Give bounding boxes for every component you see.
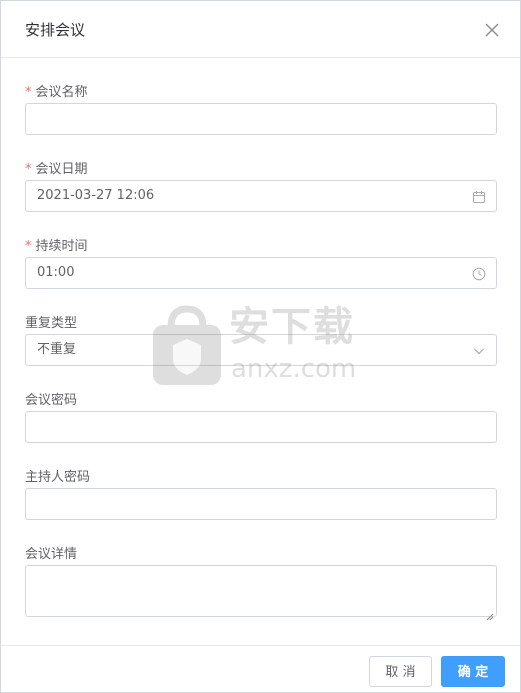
required-mark: * xyxy=(25,239,32,254)
dialog-header: 安排会议 xyxy=(1,1,520,58)
meeting-date-value: 2021-03-27 12:06 xyxy=(37,188,155,203)
schedule-meeting-dialog: 安排会议 * 会议名称 * 会议日期 2021-03-27 12:06 * 持续… xyxy=(0,0,521,693)
meeting-password-input[interactable] xyxy=(25,411,497,443)
close-icon[interactable] xyxy=(481,19,503,41)
meeting-date-input[interactable]: 2021-03-27 12:06 xyxy=(25,180,497,212)
meeting-details-textarea[interactable] xyxy=(25,565,497,621)
dialog-footer: 取 消 确 定 xyxy=(1,645,520,693)
confirm-button[interactable]: 确 定 xyxy=(441,656,505,687)
host-password-label: 主持人密码 xyxy=(25,470,91,485)
repeat-type-label: 重复类型 xyxy=(25,316,78,331)
meeting-name-input[interactable] xyxy=(25,103,497,135)
meeting-name-label: * 会议名称 xyxy=(25,85,88,100)
meeting-details-label: 会议详情 xyxy=(25,547,78,562)
resize-handle-icon[interactable] xyxy=(486,606,494,621)
clock-icon[interactable] xyxy=(472,266,486,281)
dialog-title: 安排会议 xyxy=(25,21,86,39)
repeat-type-value: 不重复 xyxy=(37,342,77,357)
chevron-down-icon[interactable] xyxy=(472,343,486,357)
meeting-date-label: * 会议日期 xyxy=(25,162,88,177)
duration-label: * 持续时间 xyxy=(25,239,88,254)
cancel-button[interactable]: 取 消 xyxy=(369,656,432,687)
meeting-password-label: 会议密码 xyxy=(25,393,78,408)
host-password-input[interactable] xyxy=(25,488,497,520)
required-mark: * xyxy=(25,162,32,177)
duration-value: 01:00 xyxy=(37,265,75,280)
duration-input[interactable]: 01:00 xyxy=(25,257,497,289)
required-mark: * xyxy=(25,85,32,100)
calendar-icon[interactable] xyxy=(472,189,486,203)
repeat-type-select[interactable]: 不重复 xyxy=(25,334,497,366)
